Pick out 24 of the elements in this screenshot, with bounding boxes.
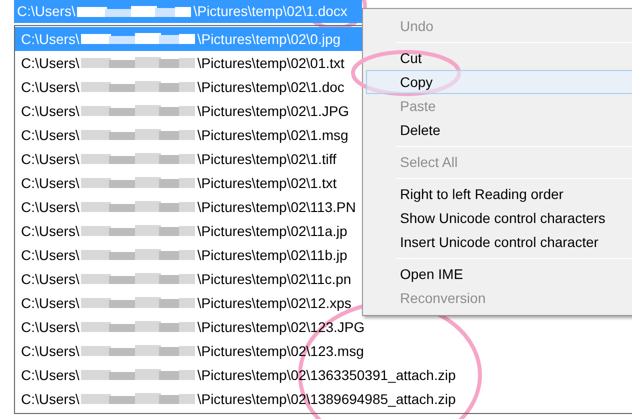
list-item[interactable]: C:\Users\ \Pictures\temp\02\1.doc xyxy=(15,75,344,99)
list-item[interactable]: C:\Users\ \Pictures\temp\02\12.xps xyxy=(15,291,352,315)
list-item[interactable]: C:\Users\ \Pictures\temp\02\113.PN xyxy=(15,195,356,219)
list-item[interactable]: C:\Users\ \Pictures\temp\02\01.txt xyxy=(15,51,344,75)
list-item[interactable]: C:\Users\ \Pictures\temp\02\11b.jp xyxy=(15,243,348,267)
menu-item[interactable]: Copy xyxy=(366,70,632,94)
list-item[interactable]: C:\Users\ \Pictures\temp\02\1.tiff xyxy=(15,147,336,171)
list-item[interactable]: C:\Users\ \Pictures\temp\02\123.JPG xyxy=(15,315,365,339)
list-item[interactable]: C:\Users\ \Pictures\temp\02\123.msg xyxy=(15,339,364,363)
menu-item[interactable]: Cut xyxy=(366,46,632,70)
path-text: \Pictures\temp\02\1.docx xyxy=(193,2,348,21)
menu-item[interactable]: Delete xyxy=(366,118,632,142)
menu-item[interactable]: Right to left Reading order xyxy=(366,182,632,206)
list-item[interactable]: C:\Users\ \Pictures\temp\02\11c.pn xyxy=(15,267,352,291)
menu-item[interactable]: Insert Unicode control character xyxy=(366,230,632,254)
list-item[interactable]: C:\Users\ \Pictures\temp\02\1363350391_attach.zip xyxy=(15,363,456,387)
list-item[interactable]: C:\Users\ \Pictures\temp\02\1.JPG xyxy=(15,99,350,123)
menu-item[interactable]: Open IME xyxy=(366,262,632,286)
path-text: C:\Users\ xyxy=(17,2,76,21)
list-item[interactable]: C:\Users\ \Pictures\temp\02\1.msg xyxy=(15,123,348,147)
list-item[interactable]: C:\Users\ \Pictures\temp\02\1.txt xyxy=(15,171,337,195)
list-item[interactable]: C:\Users\ \Pictures\temp\02\1389694985_attach.zip xyxy=(15,387,456,411)
list-item[interactable]: C:\Users\ \Pictures\temp\02\11a.jp xyxy=(15,219,348,243)
menu-item[interactable]: Show Unicode control characters xyxy=(366,206,632,230)
